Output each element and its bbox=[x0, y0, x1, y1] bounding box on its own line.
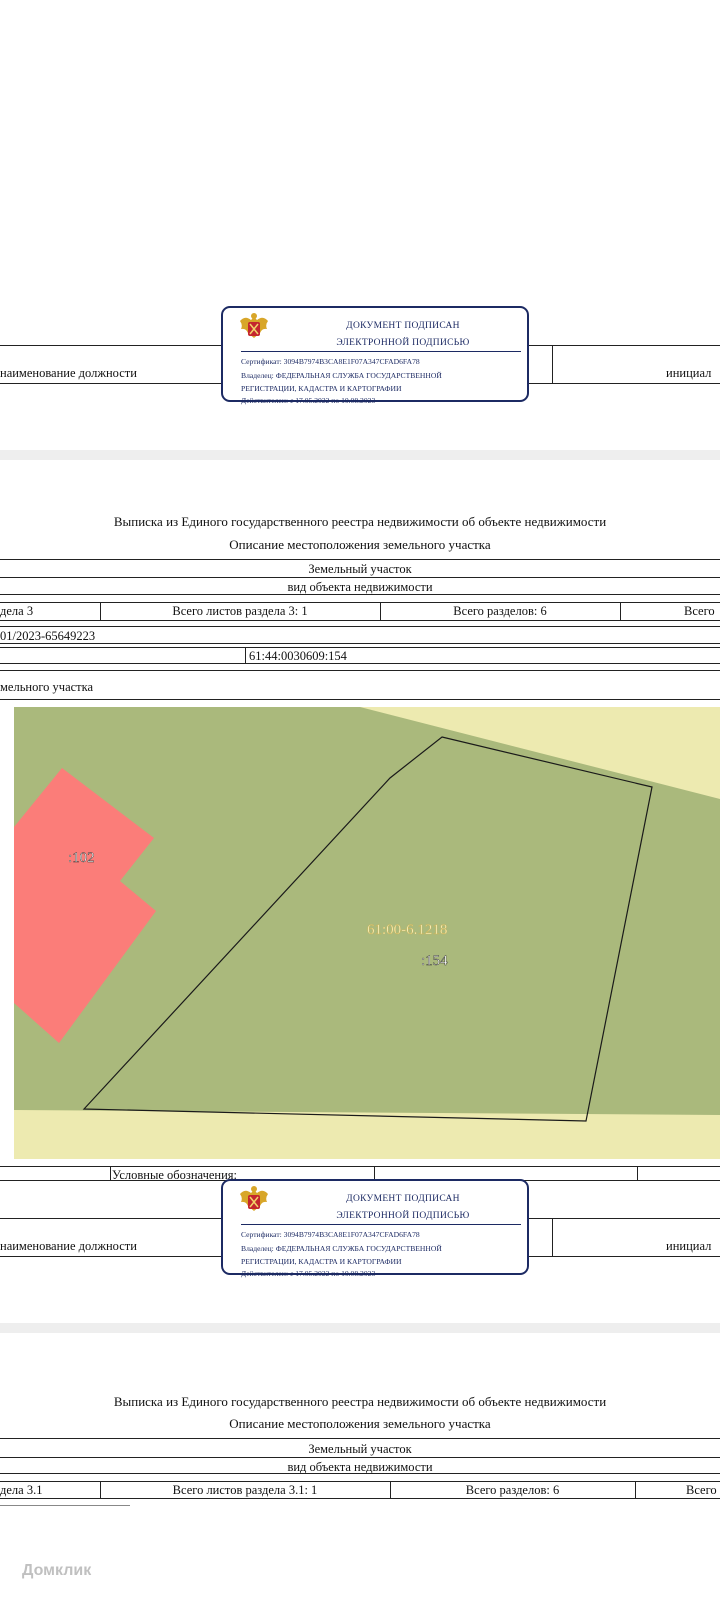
section-number: дела 3.1 bbox=[0, 1483, 43, 1497]
stamp-subtitle: ЭЛЕКТРОННОЙ ПОДПИСЬЮ bbox=[336, 338, 470, 348]
initials-label: инициал bbox=[666, 366, 712, 380]
table-border bbox=[0, 670, 720, 671]
stamp-title: ДОКУМЕНТ ПОДПИСАН bbox=[346, 1194, 460, 1204]
stamp-certificate: Сертификат: 3094B7974B3CA8E1F07A347CFAD6… bbox=[241, 357, 420, 366]
neighbor-label: :102 bbox=[68, 850, 95, 866]
sheets-count: Всего листов раздела 3: 1 bbox=[172, 604, 308, 618]
position-label: наименование должности bbox=[0, 1239, 137, 1253]
sheets-total: Всего bbox=[686, 1483, 717, 1497]
stamp-certificate: Сертификат: 3094B7974B3CA8E1F07A347CFAD6… bbox=[241, 1230, 420, 1239]
table-border bbox=[637, 1166, 638, 1180]
initials-label: инициал bbox=[666, 1239, 712, 1253]
stamp-validity: Действителен: с 17.05.2022 по 10.08.2023 bbox=[241, 396, 376, 405]
page-separator bbox=[0, 450, 720, 460]
plan-caption: мельного участка bbox=[0, 680, 94, 694]
stamp-owner-cont: РЕГИСТРАЦИИ, КАДАСТРА И КАРТОГРАФИИ bbox=[241, 384, 402, 393]
table-border bbox=[110, 1166, 111, 1180]
table-border bbox=[0, 1473, 720, 1474]
object-type: Земельный участок bbox=[308, 562, 412, 576]
quarter-label: 61:00-6.1218 bbox=[367, 922, 447, 938]
watermark: Домклик bbox=[22, 1562, 92, 1579]
stamp-validity: Действителен: с 17.05.2022 по 10.08.2023 bbox=[241, 1269, 376, 1278]
table-border bbox=[552, 1218, 553, 1256]
table-border bbox=[0, 643, 720, 644]
object-type-caption: вид объекта недвижимости bbox=[287, 580, 433, 594]
table-border bbox=[0, 699, 720, 700]
divider bbox=[241, 1224, 521, 1225]
table-border bbox=[0, 626, 720, 627]
extract-title: Выписка из Единого государственного реес… bbox=[113, 1394, 607, 1409]
cadastral-map: :102 61:00-6.1218 :154 bbox=[14, 707, 720, 1159]
table-border bbox=[0, 647, 720, 648]
table-border bbox=[620, 602, 621, 620]
table-border bbox=[0, 594, 720, 595]
stamp-subtitle: ЭЛЕКТРОННОЙ ПОДПИСЬЮ bbox=[336, 1211, 470, 1221]
extract-title: Выписка из Единого государственного реес… bbox=[113, 514, 607, 529]
stamp-title: ДОКУМЕНТ ПОДПИСАН bbox=[346, 321, 460, 331]
stamp-owner: Владелец: ФЕДЕРАЛЬНАЯ СЛУЖБА ГОСУДАРСТВЕ… bbox=[241, 371, 442, 380]
table-border bbox=[0, 559, 720, 560]
table-border bbox=[552, 345, 553, 383]
table-border bbox=[0, 1457, 720, 1458]
signature-stamp: ДОКУМЕНТ ПОДПИСАН ЭЛЕКТРОННОЙ ПОДПИСЬЮ С… bbox=[221, 1179, 529, 1278]
section-number: дела 3 bbox=[0, 604, 34, 618]
object-type: Земельный участок bbox=[308, 1442, 412, 1456]
sections-total: Всего разделов: 6 bbox=[453, 604, 547, 618]
coat-of-arms-icon bbox=[240, 313, 268, 338]
divider bbox=[241, 351, 521, 352]
signature-stamp: ДОКУМЕНТ ПОДПИСАН ЭЛЕКТРОННОЙ ПОДПИСЬЮ С… bbox=[221, 306, 529, 405]
sheets-total: Всего bbox=[684, 604, 715, 618]
stamp-owner: Владелец: ФЕДЕРАЛЬНАЯ СЛУЖБА ГОСУДАРСТВЕ… bbox=[241, 1244, 442, 1253]
sheets-count: Всего листов раздела 3.1: 1 bbox=[172, 1483, 318, 1497]
coat-of-arms-icon bbox=[240, 1186, 268, 1211]
table-border bbox=[0, 1498, 720, 1499]
table-border bbox=[245, 647, 246, 663]
position-label: наименование должности bbox=[0, 366, 137, 380]
table-border bbox=[0, 1505, 130, 1506]
table-border bbox=[0, 1166, 720, 1167]
parcel-label: :154 bbox=[421, 953, 448, 969]
stamp-owner-cont: РЕГИСТРАЦИИ, КАДАСТРА И КАРТОГРАФИИ bbox=[241, 1257, 402, 1266]
table-border bbox=[374, 1166, 375, 1180]
table-border bbox=[0, 620, 720, 621]
sections-total: Всего разделов: 6 bbox=[465, 1483, 560, 1497]
table-border bbox=[0, 577, 720, 578]
cadastral-number: 61:44:0030609:154 bbox=[249, 649, 347, 663]
object-type-caption: вид объекта недвижимости bbox=[287, 1460, 433, 1474]
page-separator bbox=[0, 1323, 720, 1333]
table-border bbox=[0, 1481, 720, 1482]
extract-subtitle: Описание местоположения земельного участ… bbox=[229, 1416, 491, 1431]
extract-subtitle: Описание местоположения земельного участ… bbox=[229, 537, 491, 552]
record-number: 01/2023-65649223 bbox=[0, 629, 96, 643]
table-border bbox=[0, 663, 720, 664]
table-border bbox=[0, 602, 720, 603]
table-border bbox=[635, 1481, 636, 1498]
table-border bbox=[0, 1438, 720, 1439]
